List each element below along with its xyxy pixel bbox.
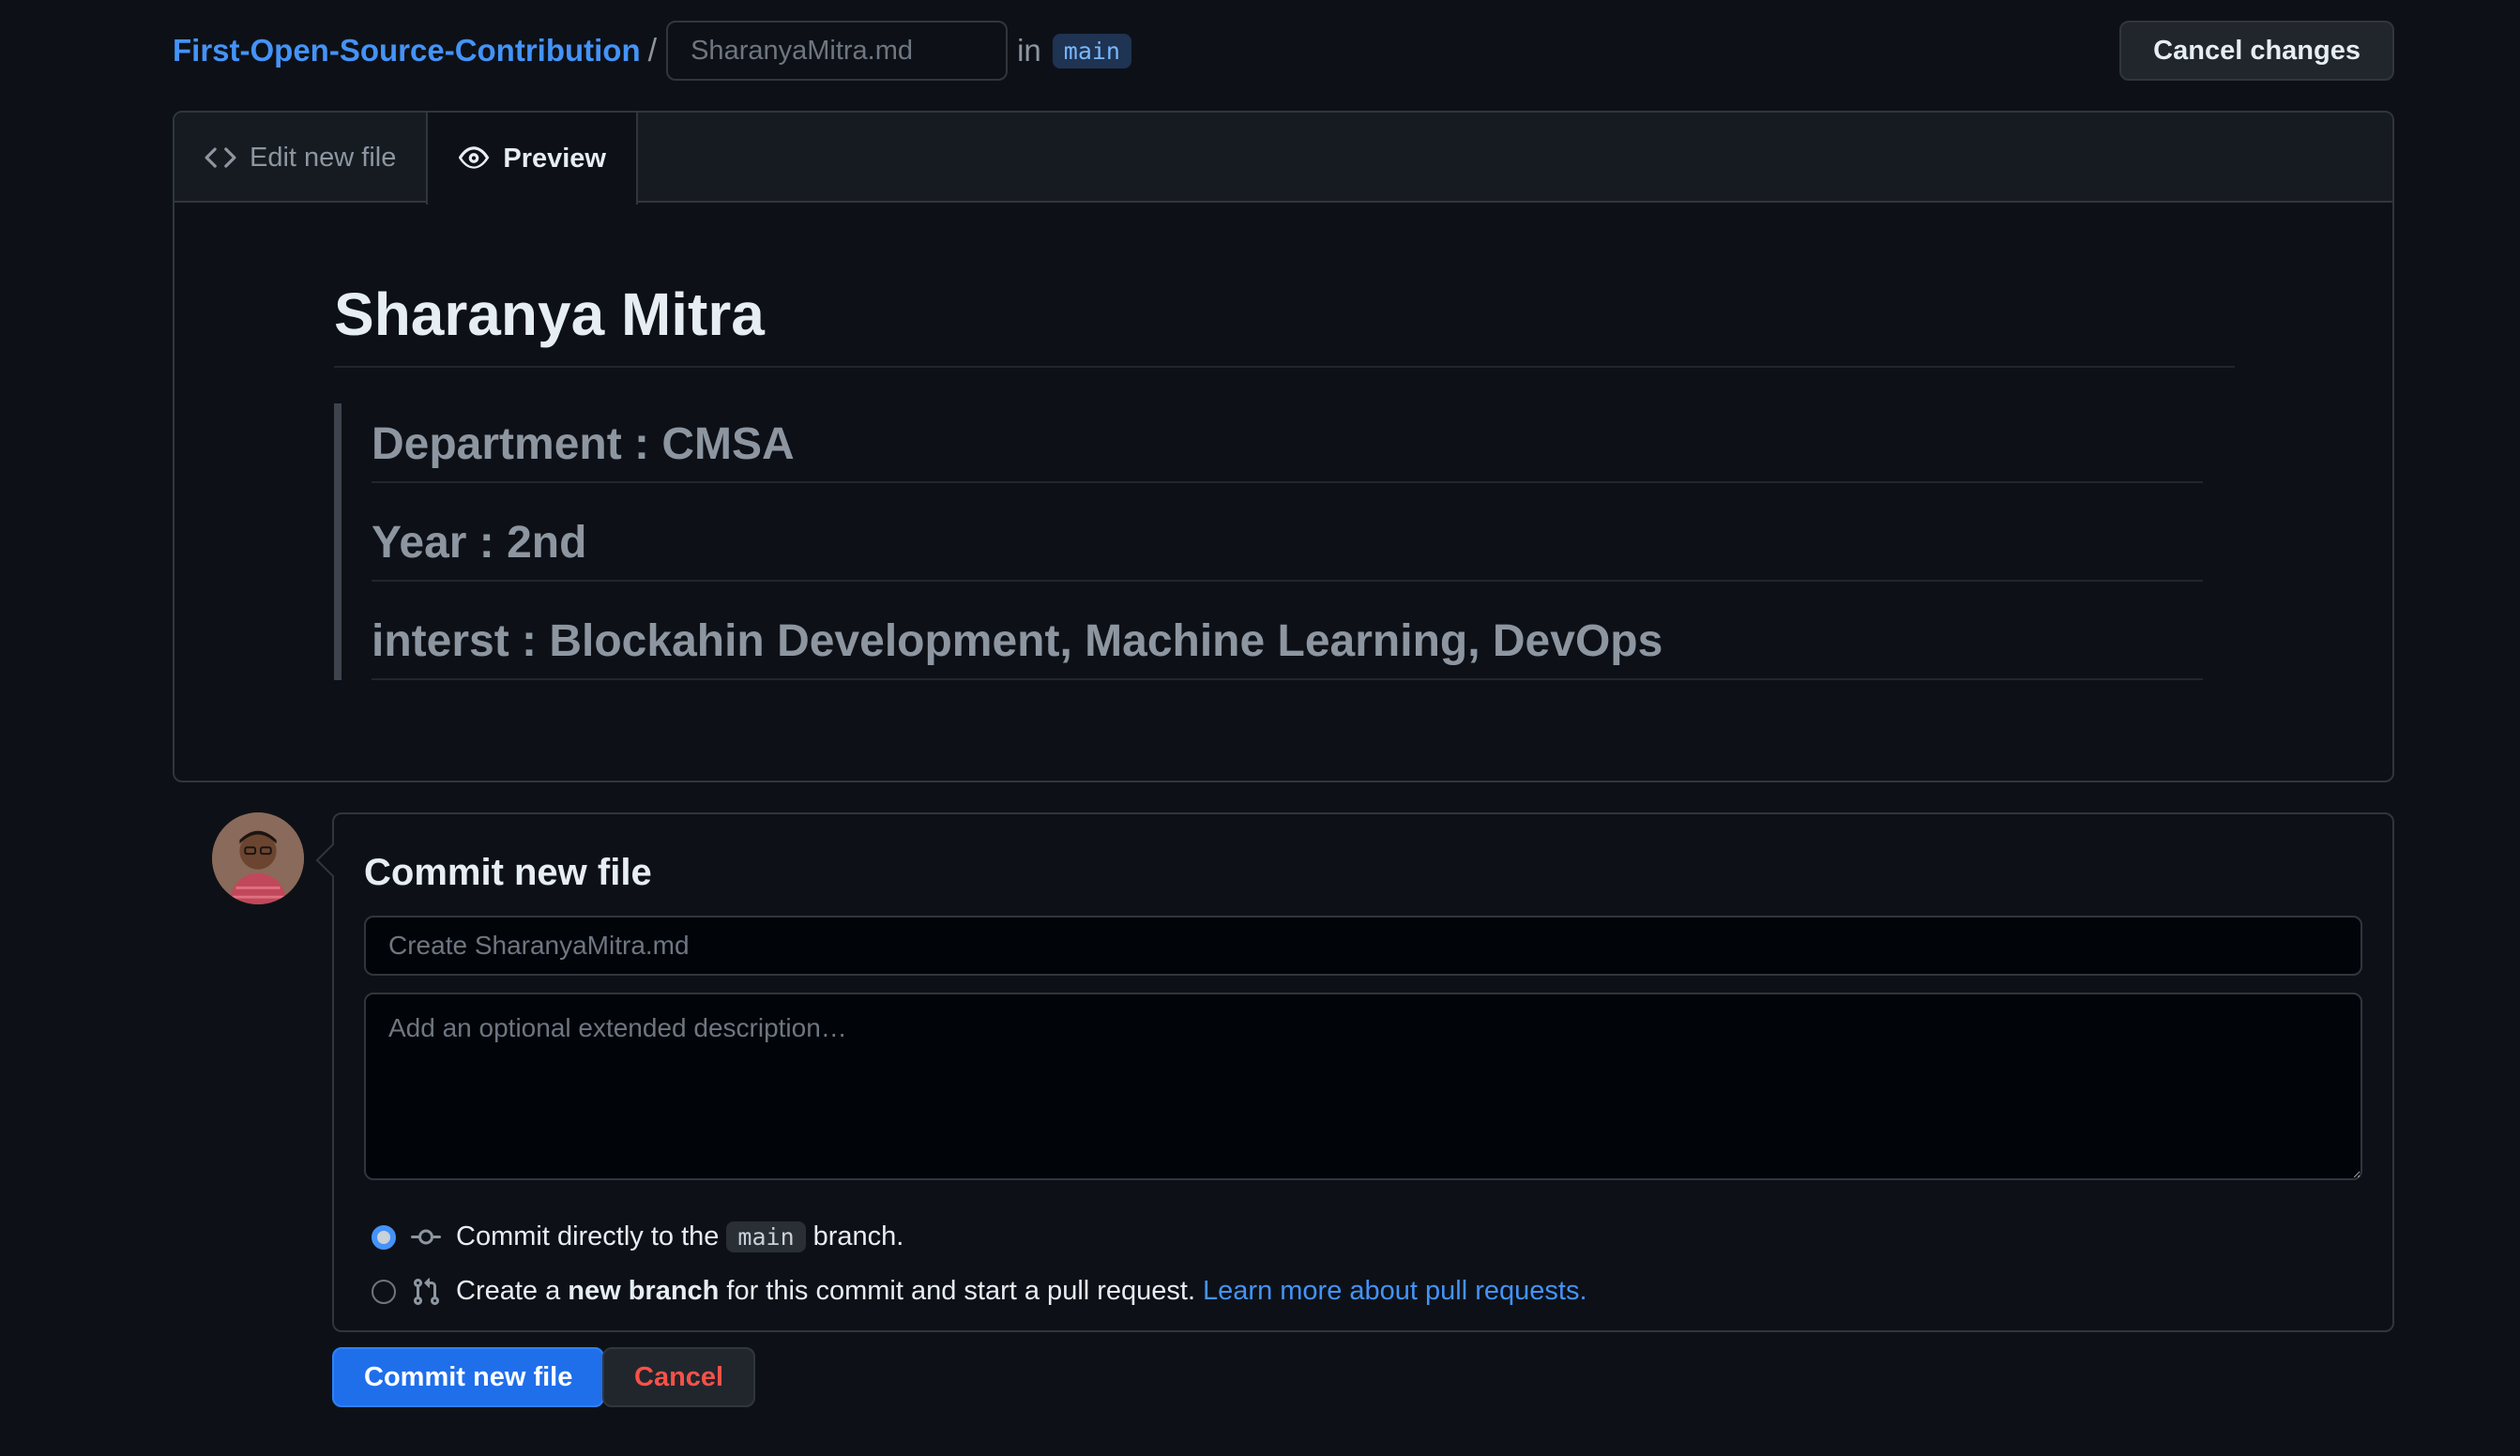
tab-edit-new-file[interactable]: Edit new file xyxy=(175,113,426,203)
avatar[interactable] xyxy=(212,812,304,904)
new-branch-option[interactable]: Create a new branch for this commit and … xyxy=(372,1276,1587,1307)
eye-icon xyxy=(459,146,490,169)
blockquote-line-year: Year : 2nd xyxy=(372,502,2203,582)
new-branch-prefix: Create a xyxy=(456,1276,561,1306)
new-branch-bold: new branch xyxy=(568,1276,720,1306)
tab-label: Preview xyxy=(503,143,606,174)
blockquote-line-department: Department : CMSA xyxy=(372,403,2203,483)
new-branch-suffix: for this commit and start a pull request… xyxy=(726,1276,1196,1306)
commit-new-file-button[interactable]: Commit new file xyxy=(332,1347,605,1407)
git-pull-request-icon xyxy=(413,1277,440,1305)
commit-panel-title: Commit new file xyxy=(364,852,652,893)
learn-more-pull-requests-link[interactable]: Learn more about pull requests. xyxy=(1203,1276,1586,1307)
preview-heading: Sharanya Mitra xyxy=(334,280,2235,368)
commit-direct-option[interactable]: Commit directly to the main branch. xyxy=(372,1221,903,1252)
file-path-bar: First-Open-Source-Contribution / in main… xyxy=(173,21,2394,81)
tab-preview[interactable]: Preview xyxy=(426,113,638,205)
git-commit-icon xyxy=(411,1229,441,1244)
new-branch-radio[interactable] xyxy=(372,1279,396,1304)
page: First-Open-Source-Contribution / in main… xyxy=(0,0,2520,1456)
cancel-button[interactable]: Cancel xyxy=(602,1347,756,1407)
commit-description-input[interactable] xyxy=(364,993,2362,1180)
in-label: in xyxy=(1017,33,1041,68)
code-icon xyxy=(205,147,236,168)
blockquote-line-interest: interst : Blockahin Development, Machine… xyxy=(372,600,2203,680)
commit-direct-radio[interactable] xyxy=(372,1224,396,1250)
commit-panel: Commit new file Commit directly to the m… xyxy=(332,812,2394,1332)
repo-link[interactable]: First-Open-Source-Contribution xyxy=(173,33,641,68)
editor-panel: Edit new file Preview Sharanya Mitra Dep… xyxy=(173,111,2394,782)
cancel-changes-button[interactable]: Cancel changes xyxy=(2119,21,2394,81)
editor-tabs: Edit new file Preview xyxy=(175,113,2392,205)
branch-badge: main xyxy=(1052,33,1131,68)
commit-direct-suffix: branch. xyxy=(812,1221,904,1251)
path-separator: / xyxy=(647,32,658,68)
commit-direct-text: Commit directly to the xyxy=(456,1221,720,1251)
preview-blockquote: Department : CMSA Year : 2nd interst : B… xyxy=(334,403,2203,680)
branch-badge: main xyxy=(726,1221,806,1252)
tab-label: Edit new file xyxy=(250,142,397,173)
filename-input[interactable] xyxy=(666,21,1009,81)
commit-summary-input[interactable] xyxy=(364,916,2362,976)
